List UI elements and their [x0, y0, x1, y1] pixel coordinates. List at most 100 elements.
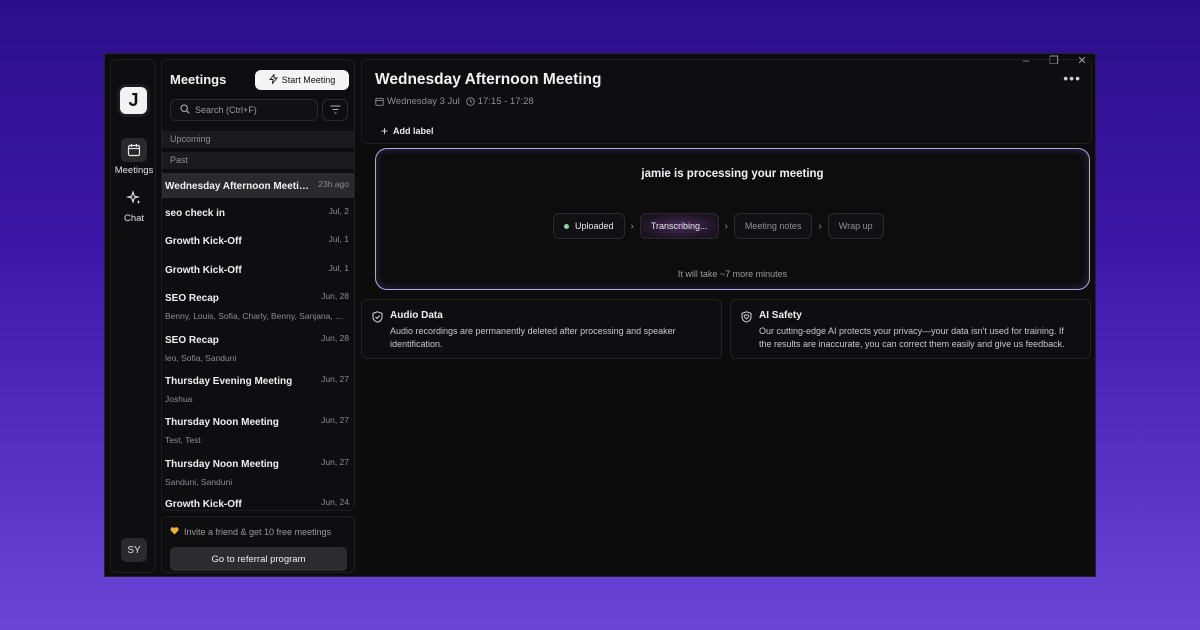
calendar-icon	[121, 138, 147, 162]
nav-rail: J Meetings Chat SY	[110, 59, 156, 573]
list-item[interactable]: Thursday Evening Meeting Jun, 27 Joshua	[162, 374, 354, 404]
card-title: AI Safety	[759, 310, 802, 321]
referral-panel: Invite a friend & get 10 free meetings G…	[161, 516, 355, 573]
item-title: SEO Recap	[165, 293, 219, 304]
filter-icon	[330, 101, 341, 119]
chevron-right-icon: ›	[818, 220, 822, 232]
item-title: Thursday Noon Meeting	[165, 459, 279, 470]
item-participants: Benny, Louis, Sofia, Charly, Benny, Sanj…	[165, 311, 343, 321]
list-item[interactable]: Thursday Noon Meeting Jun, 27 Test, Test	[162, 415, 354, 445]
item-date: 23h ago	[318, 179, 349, 189]
search-icon	[180, 104, 190, 116]
step-transcribing: Transcribing...	[639, 213, 719, 239]
start-meeting-label: Start Meeting	[281, 75, 336, 85]
filter-button[interactable]	[322, 99, 348, 121]
eta-text: It will take ~7 more minutes	[677, 269, 788, 279]
add-label-text: Add label	[393, 126, 434, 136]
item-title: Growth Kick-Off	[165, 236, 242, 247]
item-date: Jun, 28	[321, 291, 349, 301]
search-input[interactable]: Search (Ctrl+F)	[170, 99, 318, 121]
item-date: Jul, 1	[328, 234, 349, 244]
item-date: Jul, 1	[328, 263, 349, 273]
ai-safety-card: AI Safety Our cutting-edge AI protects y…	[730, 299, 1091, 359]
section-past[interactable]: Past	[162, 152, 354, 169]
referral-label: Invite a friend & get 10 free meetings	[184, 527, 332, 537]
rail-item-chat[interactable]: Chat	[111, 186, 157, 224]
shield-check-icon	[372, 310, 383, 328]
referral-text: Invite a friend & get 10 free meetings	[170, 527, 331, 537]
list-item[interactable]: Growth Kick-Off Jul, 1	[162, 263, 354, 281]
minimize-button[interactable]: –	[1019, 54, 1033, 68]
list-item[interactable]: SEO Recap Jun, 28 leo, Sofia, Sanduni	[162, 333, 354, 363]
item-title: Thursday Noon Meeting	[165, 417, 279, 428]
progress-steps: Uploaded › Transcribing... › Meeting not…	[553, 213, 884, 239]
item-date: Jun, 24	[321, 497, 349, 507]
card-body: Our cutting-edge AI protects your privac…	[759, 326, 1065, 349]
step-meeting-notes: Meeting notes	[733, 213, 813, 239]
step-label: Transcribing...	[650, 221, 708, 231]
item-title: Wednesday Afternoon Meeting	[165, 181, 310, 192]
step-label: Meeting notes	[744, 221, 802, 231]
rail-item-label: Meetings	[114, 165, 154, 176]
add-label-button[interactable]: + Add label	[381, 124, 434, 138]
rail-item-meetings[interactable]: Meetings	[111, 138, 157, 176]
maximize-button[interactable]: ❐	[1047, 54, 1061, 68]
item-participants: Joshua	[165, 394, 193, 404]
meeting-date: Wednesday 3 Jul	[387, 96, 460, 107]
list-item[interactable]: Growth Kick-Off Jul, 1	[162, 234, 354, 252]
list-item[interactable]: Wednesday Afternoon Meeting 23h ago	[162, 173, 354, 198]
item-title: SEO Recap	[165, 335, 219, 346]
meeting-header: Wednesday Afternoon Meeting Wednesday 3 …	[361, 59, 1092, 144]
heart-icon	[170, 527, 179, 537]
audio-data-card: Audio Data Audio recordings are permanen…	[361, 299, 722, 359]
sparkle-icon	[121, 186, 147, 210]
item-participants: Test, Test	[165, 435, 201, 445]
panel-title: Meetings	[170, 72, 227, 87]
step-uploaded: Uploaded	[553, 213, 625, 239]
item-date: Jun, 28	[321, 333, 349, 343]
card-body: Audio recordings are permanently deleted…	[390, 326, 676, 349]
list-item[interactable]: Thursday Noon Meeting Jun, 27 Sanduni, S…	[162, 457, 354, 487]
calendar-icon	[375, 97, 384, 106]
close-button[interactable]: ✕	[1075, 54, 1089, 68]
item-date: Jun, 27	[321, 415, 349, 425]
meeting-time: 17:15 - 17:28	[477, 96, 534, 107]
list-item[interactable]: SEO Recap Jun, 28 Benny, Louis, Sofia, C…	[162, 291, 354, 321]
referral-program-button[interactable]: Go to referral program	[170, 547, 347, 571]
window-controls: – ❐ ✕	[1019, 54, 1089, 68]
meeting-meta: Wednesday 3 Jul 17:15 - 17:28	[375, 96, 534, 107]
step-label: Uploaded	[575, 221, 614, 231]
search-placeholder: Search (Ctrl+F)	[195, 105, 257, 115]
plus-icon: +	[381, 124, 389, 138]
app-logo[interactable]: J	[120, 87, 147, 114]
rail-item-label: Chat	[123, 213, 145, 224]
item-date: Jun, 27	[321, 374, 349, 384]
item-participants: leo, Sofia, Sanduni	[165, 353, 237, 363]
more-options-icon[interactable]: •••	[1063, 70, 1081, 86]
chevron-right-icon: ›	[724, 220, 728, 232]
lightning-icon	[268, 73, 278, 86]
app-window: – ❐ ✕ J Meetings Chat SY Meetings Start …	[104, 53, 1096, 577]
item-title: Growth Kick-Off	[165, 499, 242, 510]
item-title: Thursday Evening Meeting	[165, 376, 293, 387]
item-title: seo check in	[165, 208, 226, 219]
page-title: Wednesday Afternoon Meeting	[375, 71, 602, 88]
user-avatar[interactable]: SY	[121, 538, 147, 562]
heart-shield-icon	[741, 310, 752, 328]
processing-card: jamie is processing your meeting Uploade…	[375, 148, 1090, 290]
item-date: Jul, 2	[328, 206, 349, 216]
step-label: Wrap up	[838, 221, 873, 231]
list-item[interactable]: Growth Kick-Off Jun, 24	[162, 497, 354, 510]
step-wrap-up: Wrap up	[827, 213, 884, 239]
meeting-list-panel: Meetings Start Meeting Search (Ctrl+F) U…	[161, 59, 355, 511]
start-meeting-button[interactable]: Start Meeting	[255, 70, 349, 90]
card-title: Audio Data	[390, 310, 443, 321]
item-participants: Sanduni, Sanduni	[165, 477, 233, 487]
chevron-right-icon: ›	[630, 220, 634, 232]
status-dot	[564, 223, 569, 229]
section-upcoming[interactable]: Upcoming	[162, 131, 354, 148]
processing-title: jamie is processing your meeting	[641, 168, 824, 180]
list-item[interactable]: seo check in Jul, 2	[162, 206, 354, 224]
item-date: Jun, 27	[321, 457, 349, 467]
item-title: Growth Kick-Off	[165, 265, 242, 276]
